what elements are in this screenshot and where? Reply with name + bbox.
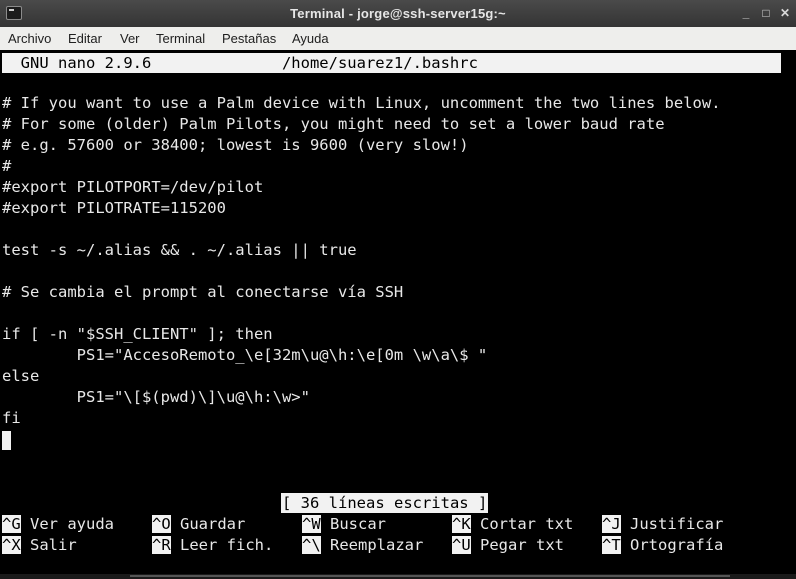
editor-line: else — [2, 367, 40, 385]
editor-line: # If you want to use a Palm device with … — [2, 94, 721, 112]
terminal-area[interactable]: GNU nano 2.9.6 /home/suarez1/.bashrc # I… — [0, 50, 796, 579]
shortcut-paste[interactable]: ^U Pegar txt — [452, 535, 564, 556]
shortcut-key: ^J — [602, 515, 621, 533]
editor-line: #export PILOTRATE=115200 — [2, 199, 226, 217]
shortcut-help[interactable]: ^G Ver ayuda — [2, 514, 114, 535]
shortcut-label: Pegar txt — [470, 536, 564, 554]
shortcut-label: Leer fich. — [170, 536, 274, 554]
shortcut-label: Cortar txt — [470, 515, 574, 533]
shortcut-key: ^\ — [302, 536, 321, 554]
editor-line: # For some (older) Palm Pilots, you migh… — [2, 115, 665, 133]
close-icon[interactable]: ✕ — [776, 4, 794, 22]
text-cursor — [2, 431, 11, 450]
status-message: [ 36 líneas escritas ] — [281, 493, 489, 513]
editor-line: # — [2, 157, 12, 175]
shortcut-label: Salir — [20, 536, 77, 554]
editor-line: #export PILOTPORT=/dev/pilot — [2, 178, 264, 196]
minimize-icon[interactable]: _ — [737, 4, 755, 22]
editor-line: # e.g. 57600 or 38400; lowest is 9600 (v… — [2, 136, 469, 154]
shortcut-key: ^R — [152, 536, 171, 554]
shortcut-label: Reemplazar — [320, 536, 424, 554]
shortcut-label: Justificar — [620, 515, 724, 533]
editor-line: if [ -n "$SSH_CLIENT" ]; then — [2, 325, 273, 343]
shortcut-key: ^O — [152, 515, 171, 533]
shortcut-justify[interactable]: ^J Justificar — [602, 514, 723, 535]
menu-archivo[interactable]: Archivo — [8, 31, 51, 46]
menu-pestanas[interactable]: Pestañas — [222, 31, 276, 46]
shortcut-key: ^G — [2, 515, 21, 533]
menu-editar[interactable]: Editar — [68, 31, 102, 46]
scrollbar-thumb[interactable] — [130, 575, 730, 577]
window-titlebar[interactable]: Terminal - jorge@ssh-server15g:~ _ □ ✕ — [0, 0, 796, 27]
shortcut-label: Guardar — [170, 515, 246, 533]
maximize-icon[interactable]: □ — [757, 4, 775, 22]
window-title: Terminal - jorge@ssh-server15g:~ — [290, 6, 506, 21]
shortcut-label: Ver ayuda — [20, 515, 114, 533]
shortcut-save[interactable]: ^O Guardar — [152, 514, 245, 535]
editor-line: PS1="AccesoRemoto_\e[32m\u@\h:\e[0m \w\a… — [2, 346, 488, 364]
shortcut-key: ^K — [452, 515, 471, 533]
editor-line: test -s ~/.alias && . ~/.alias || true — [2, 241, 357, 259]
shortcut-search[interactable]: ^W Buscar — [302, 514, 386, 535]
nano-header: GNU nano 2.9.6 /home/suarez1/.bashrc — [2, 53, 781, 73]
menu-terminal[interactable]: Terminal — [156, 31, 205, 46]
shortcut-label: Buscar — [320, 515, 386, 533]
shortcut-key: ^X — [2, 536, 21, 554]
shortcut-spell[interactable]: ^T Ortografía — [602, 535, 723, 556]
menu-bar: Archivo Editar Ver Terminal Pestañas Ayu… — [0, 27, 796, 51]
editor-line: fi — [2, 409, 21, 427]
shortcut-read-file[interactable]: ^R Leer fich. — [152, 535, 273, 556]
shortcut-key: ^W — [302, 515, 321, 533]
shortcut-replace[interactable]: ^\ Reemplazar — [302, 535, 423, 556]
editor-line: # Se cambia el prompt al conectarse vía … — [2, 283, 404, 301]
shortcut-cut[interactable]: ^K Cortar txt — [452, 514, 573, 535]
menu-ayuda[interactable]: Ayuda — [292, 31, 329, 46]
editor-line: PS1="\[$(pwd)\]\u@\h:\w>" — [2, 388, 310, 406]
shortcut-exit[interactable]: ^X Salir — [2, 535, 77, 556]
shortcut-key: ^U — [452, 536, 471, 554]
shortcut-label: Ortografía — [620, 536, 724, 554]
menu-ver[interactable]: Ver — [120, 31, 140, 46]
shortcut-key: ^T — [602, 536, 621, 554]
